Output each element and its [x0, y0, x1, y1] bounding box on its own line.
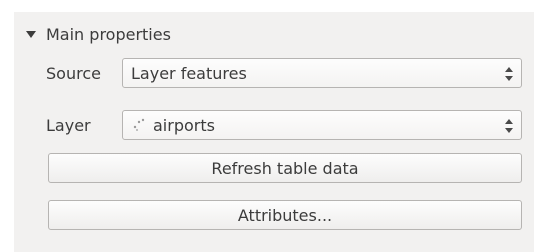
attributes-button[interactable]: Attributes... — [48, 200, 522, 230]
source-combobox-value: Layer features — [131, 63, 247, 83]
main-properties-group-header[interactable]: Main properties — [26, 24, 171, 44]
refresh-table-data-button[interactable]: Refresh table data — [48, 153, 522, 183]
collapse-triangle-icon[interactable] — [26, 31, 36, 38]
layer-combobox-value: airports — [153, 115, 215, 135]
main-properties-panel: Main properties Source Layer features La… — [14, 12, 534, 252]
spin-arrows-icon — [505, 66, 513, 82]
group-title: Main properties — [46, 24, 171, 44]
point-layer-icon — [133, 118, 145, 131]
source-combobox[interactable]: Layer features — [122, 58, 522, 88]
layer-combobox[interactable]: airports — [122, 110, 522, 140]
spin-arrows-icon — [505, 118, 513, 134]
source-label: Source — [46, 64, 101, 83]
layer-label: Layer — [46, 116, 91, 135]
